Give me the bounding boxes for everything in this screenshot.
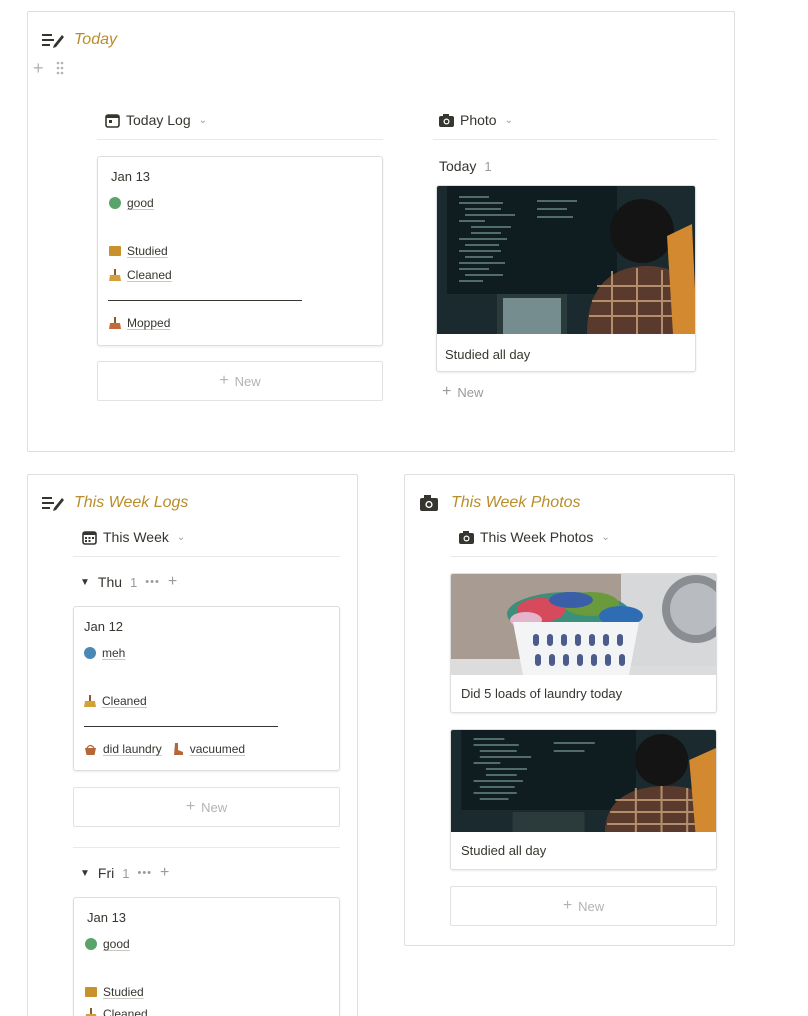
activity-mopped: Mopped bbox=[109, 316, 170, 330]
tab-this-week-label: This Week bbox=[103, 529, 169, 545]
divider bbox=[97, 139, 383, 140]
plus-icon[interactable]: + bbox=[168, 573, 177, 591]
group-thu[interactable]: ▼ Thu 1 ••• + bbox=[80, 573, 177, 591]
photo-card[interactable]: Studied all day bbox=[450, 729, 717, 870]
meh-face-icon bbox=[84, 647, 96, 659]
photo-card[interactable]: Studied all day bbox=[436, 185, 696, 372]
week-photos-title: This Week Photos bbox=[451, 494, 581, 511]
camera-icon bbox=[459, 530, 474, 544]
photo-coding-image bbox=[437, 186, 695, 334]
photo-coding-image bbox=[451, 730, 716, 832]
plus-icon: + bbox=[442, 383, 452, 400]
boot-icon bbox=[173, 743, 183, 755]
photo-caption: Studied all day bbox=[445, 347, 531, 362]
plus-icon[interactable]: + bbox=[160, 864, 169, 882]
separator-line bbox=[108, 300, 302, 301]
photo-card[interactable]: Did 5 loads of laundry today bbox=[450, 573, 717, 713]
divider bbox=[73, 556, 340, 557]
camera-icon bbox=[439, 113, 454, 127]
mood-property: meh bbox=[84, 646, 125, 660]
broom-icon bbox=[109, 269, 121, 281]
chevron-down-icon: ⌄ bbox=[504, 114, 513, 126]
activity-studied: Studied bbox=[85, 985, 144, 999]
basket-icon bbox=[85, 744, 96, 755]
triangle-down-icon[interactable]: ▼ bbox=[80, 577, 90, 588]
calendar-icon bbox=[105, 113, 120, 128]
mood-property: good bbox=[85, 937, 130, 951]
activity-cleaned: Cleaned bbox=[85, 1007, 148, 1016]
drag-handle-icon[interactable] bbox=[56, 61, 64, 75]
broom-icon bbox=[109, 317, 121, 329]
card-date: Jan 13 bbox=[87, 910, 127, 925]
plus-icon: + bbox=[562, 897, 573, 914]
photo-laundry-image bbox=[451, 574, 716, 675]
broom-icon bbox=[84, 695, 96, 707]
mood-property: good bbox=[109, 196, 154, 210]
card-date: Jan 12 bbox=[84, 619, 124, 634]
book-icon bbox=[109, 246, 121, 256]
activity-studied: Studied bbox=[109, 244, 168, 258]
edit-list-icon bbox=[42, 34, 64, 48]
camera-icon bbox=[420, 495, 438, 511]
new-log-button[interactable]: + New bbox=[73, 787, 340, 827]
log-card[interactable]: Jan 12 meh Cleaned did laundry vacuumed bbox=[73, 606, 340, 771]
tab-today-log[interactable]: Today Log ⌄ bbox=[105, 112, 207, 128]
divider bbox=[73, 847, 340, 848]
tab-today-log-label: Today Log bbox=[126, 112, 191, 128]
activity-cleaned: Cleaned bbox=[109, 268, 172, 282]
tab-this-week[interactable]: This Week ⌄ bbox=[82, 529, 185, 545]
photo-group-today: Today 1 bbox=[439, 158, 492, 174]
tab-photo-label: Photo bbox=[460, 112, 497, 128]
divider bbox=[450, 556, 717, 557]
tab-this-week-photos-label: This Week Photos bbox=[480, 529, 594, 545]
triangle-down-icon[interactable]: ▼ bbox=[80, 868, 90, 879]
edit-list-icon bbox=[42, 497, 64, 511]
broom-icon bbox=[85, 1008, 97, 1016]
photo-caption: Did 5 loads of laundry today bbox=[461, 686, 623, 701]
new-photo-button[interactable]: + New bbox=[442, 384, 483, 400]
smile-icon bbox=[109, 197, 121, 209]
separator-line bbox=[84, 726, 278, 727]
group-fri[interactable]: ▼ Fri 1 ••• + bbox=[80, 864, 169, 882]
new-photo-button[interactable]: + New bbox=[450, 886, 717, 926]
chevron-down-icon: ⌄ bbox=[198, 114, 207, 126]
log-card[interactable]: Jan 13 good Studied Cleaned Mopped bbox=[97, 156, 383, 346]
smile-icon bbox=[85, 938, 97, 950]
activity-cleaned: Cleaned bbox=[84, 694, 147, 708]
tab-photo[interactable]: Photo ⌄ bbox=[439, 112, 513, 128]
calendar-icon bbox=[82, 530, 97, 545]
activity-laundry: did laundry vacuumed bbox=[84, 742, 245, 756]
photo-caption: Studied all day bbox=[461, 843, 547, 858]
plus-icon: + bbox=[219, 372, 229, 389]
more-icon[interactable]: ••• bbox=[145, 576, 160, 588]
card-date: Jan 13 bbox=[111, 169, 151, 184]
chevron-down-icon: ⌄ bbox=[601, 531, 610, 543]
tab-this-week-photos[interactable]: This Week Photos ⌄ bbox=[459, 529, 610, 545]
more-icon[interactable]: ••• bbox=[137, 867, 152, 879]
today-title: Today bbox=[74, 31, 117, 48]
week-logs-title: This Week Logs bbox=[74, 494, 189, 511]
add-block-icon[interactable]: + bbox=[33, 59, 44, 77]
chevron-down-icon: ⌄ bbox=[176, 531, 186, 543]
log-card[interactable]: Jan 13 good Studied Cleaned bbox=[73, 897, 340, 1016]
book-icon bbox=[85, 987, 97, 997]
new-log-button[interactable]: + New bbox=[97, 361, 383, 401]
divider bbox=[433, 139, 717, 140]
plus-icon: + bbox=[185, 798, 196, 815]
